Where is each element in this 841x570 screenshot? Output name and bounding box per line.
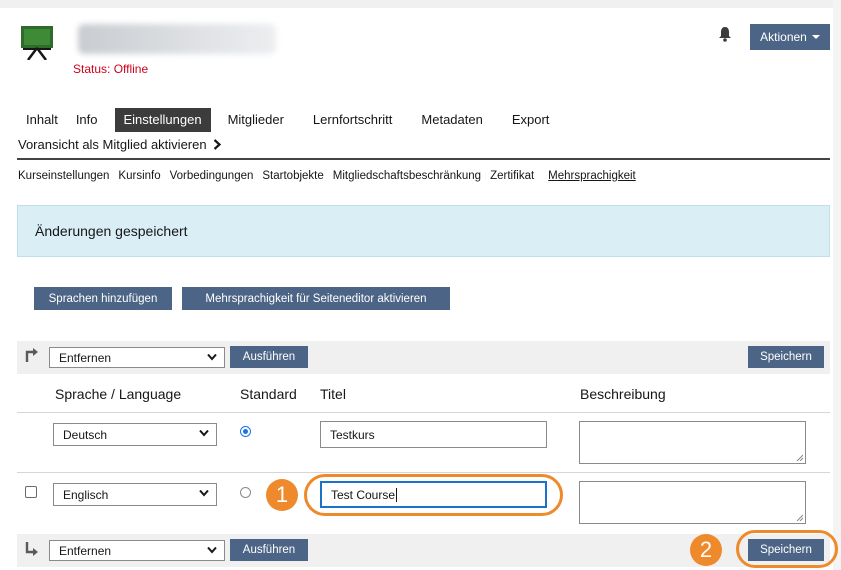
subtab-startobjekte[interactable]: Startobjekte — [262, 170, 323, 182]
arrow-turn-down-right-icon — [25, 542, 38, 556]
caret-down-icon — [811, 35, 820, 39]
subtab-vorbedingungen[interactable]: Vorbedingungen — [170, 170, 254, 182]
standard-radio-row2[interactable] — [240, 487, 251, 498]
arrow-turn-right-icon — [25, 348, 38, 362]
tab-metadaten[interactable]: Metadaten — [412, 108, 491, 132]
preview-as-member-link[interactable]: Voransicht als Mitglied aktivieren — [18, 137, 221, 152]
bulk-action-select-bottom[interactable]: Entfernen — [49, 540, 225, 561]
row-select-checkbox[interactable] — [25, 486, 37, 498]
callout-number-2: 2 — [690, 534, 722, 566]
tab-lernfortschritt[interactable]: Lernfortschritt — [304, 108, 401, 132]
callout-highlight-save — [736, 530, 838, 568]
col-header-description: Beschreibung — [580, 386, 666, 402]
chevron-down-icon — [207, 546, 217, 554]
subtab-kursinfo[interactable]: Kursinfo — [118, 170, 160, 182]
callout-highlight-title — [304, 474, 563, 516]
actions-dropdown-button[interactable]: Aktionen — [750, 24, 830, 50]
main-tabs: Inhalt Info Einstellungen Mitglieder Ler… — [17, 108, 558, 132]
preview-link-label: Voransicht als Mitglied aktivieren — [18, 137, 207, 152]
row-divider — [17, 412, 830, 413]
title-input-row1[interactable]: Testkurs — [320, 421, 547, 448]
language-select-row1[interactable]: Deutsch — [53, 423, 217, 446]
subtab-mitgliedschaftsbeschraenkung[interactable]: Mitgliedschaftsbeschränkung — [333, 170, 481, 182]
col-header-standard: Standard — [240, 386, 297, 402]
subtab-zertifikat[interactable]: Zertifikat — [490, 170, 534, 182]
save-button-top[interactable]: Speichern — [748, 346, 824, 368]
description-textarea-row1[interactable] — [579, 421, 806, 464]
callout-number-1: 1 — [266, 479, 298, 511]
description-textarea-row2[interactable] — [579, 481, 806, 524]
col-header-language: Sprache / Language — [55, 386, 182, 402]
add-languages-button[interactable]: Sprachen hinzufügen — [34, 287, 172, 310]
actions-label: Aktionen — [760, 30, 807, 44]
bulk-action-bar-top: Entfernen Ausführen Speichern — [17, 341, 830, 374]
sub-tabs: Kurseinstellungen Kursinfo Vorbedingunge… — [18, 170, 645, 182]
tab-inhalt[interactable]: Inhalt — [17, 108, 67, 132]
standard-radio-row1[interactable] — [240, 426, 251, 437]
col-header-title: Titel — [320, 386, 346, 402]
execute-button-bottom[interactable]: Ausführen — [230, 539, 308, 561]
chevron-down-icon — [207, 353, 217, 361]
course-board-icon — [21, 26, 53, 60]
tab-info[interactable]: Info — [67, 108, 107, 132]
row-divider — [17, 472, 830, 473]
top-edge-shade — [0, 0, 841, 8]
subtab-kurseinstellungen[interactable]: Kurseinstellungen — [18, 170, 109, 182]
chevron-right-icon — [213, 139, 221, 150]
bulk-action-select-top[interactable]: Entfernen — [49, 347, 225, 368]
tab-einstellungen[interactable]: Einstellungen — [114, 108, 211, 132]
bulk-action-selected: Entfernen — [59, 350, 112, 365]
tab-mitglieder[interactable]: Mitglieder — [219, 108, 293, 132]
bulk-action-selected: Entfernen — [59, 543, 112, 558]
activate-multilang-editor-button[interactable]: Mehrsprachigkeit für Seiteneditor aktivi… — [182, 287, 450, 310]
subtab-mehrsprachigkeit[interactable]: Mehrsprachigkeit — [548, 170, 636, 182]
resize-handle-icon[interactable] — [796, 454, 803, 461]
success-message-text: Änderungen gespeichert — [35, 223, 188, 239]
language-value-row2: Englisch — [63, 487, 109, 502]
success-message: Änderungen gespeichert — [17, 205, 830, 257]
course-title-blurred — [78, 24, 276, 54]
chevron-down-icon — [199, 489, 209, 497]
language-select-row2[interactable]: Englisch — [53, 483, 217, 506]
right-edge-shade — [833, 0, 841, 570]
title-value-row1: Testkurs — [330, 427, 375, 442]
language-value-row1: Deutsch — [63, 427, 108, 442]
resize-handle-icon[interactable] — [796, 514, 803, 521]
chevron-down-icon — [199, 429, 209, 437]
status-text: Status: Offline — [73, 62, 149, 76]
tab-export[interactable]: Export — [503, 108, 559, 132]
notification-bell-icon[interactable] — [718, 26, 732, 42]
execute-button-top[interactable]: Ausführen — [230, 346, 308, 368]
tabs-divider — [17, 158, 830, 160]
